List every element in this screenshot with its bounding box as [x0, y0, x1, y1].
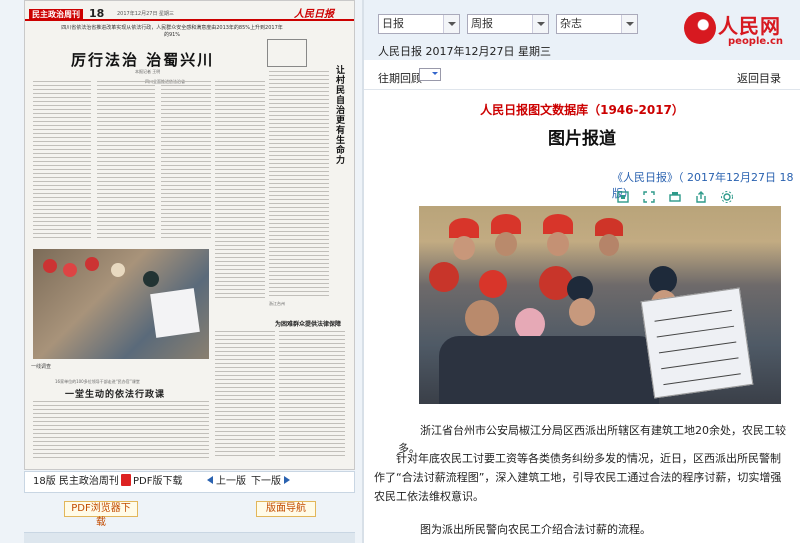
previous-issues-label: 往期回顾 — [378, 72, 422, 85]
flowchart-board — [640, 287, 754, 399]
chevron-down-icon — [443, 15, 459, 33]
previous-issues-select[interactable] — [419, 68, 441, 81]
text-column — [215, 331, 275, 457]
sub-headline: 一堂生动的依法行政课 — [65, 390, 166, 400]
pdf-download-label: PDF版下载 — [133, 476, 183, 487]
text-column — [215, 81, 265, 301]
text-column — [269, 71, 329, 299]
back-to-contents-link[interactable]: 返回目录 — [737, 70, 781, 86]
page-section-tag: 民主政治周刊 — [29, 9, 83, 21]
page-photo — [33, 249, 209, 359]
section-title: 图片报道 — [548, 129, 616, 149]
chevron-down-icon — [621, 15, 637, 33]
page-navigation-button[interactable]: 版面导航 — [256, 501, 316, 517]
daily-select[interactable]: 日报 — [378, 14, 460, 34]
weekly-select[interactable]: 周报 — [467, 14, 549, 34]
caption-mark: 一线调查 — [31, 364, 52, 370]
weekly-select-label: 周报 — [471, 17, 493, 30]
print-icon[interactable] — [668, 189, 682, 203]
publication-date: 人民日报 2017年12月27日 星期三 — [378, 45, 551, 58]
next-page-link[interactable]: 下一版 — [251, 472, 293, 492]
daily-select-label: 日报 — [382, 17, 404, 30]
text-column — [161, 81, 211, 241]
text-column — [97, 81, 155, 241]
arrow-right-icon — [284, 476, 290, 484]
page-header-bar: 民主政治周刊 18 2017年12月27日 星期三 人民日报 — [25, 7, 354, 21]
photo-caption: 16家单位的100多位领导干部走进“民办官”课堂 — [55, 379, 140, 384]
logo-circle-icon — [684, 12, 716, 44]
fit-icon[interactable] — [616, 189, 630, 203]
page-mini-label: 浙江台州 — [269, 301, 285, 306]
article-paragraph-3: 图为派出所民警向农民工介绍合法讨薪的流程。 — [420, 523, 651, 536]
prev-page-label: 上一版 — [216, 476, 246, 487]
page-nav-bar: 18版 民主政治周刊 PDF版下载 上一版 下一版 — [24, 471, 355, 493]
page-label: 18版 民主政治周刊 — [33, 476, 119, 487]
newspaper-page-image[interactable]: 民主政治周刊 18 2017年12月27日 星期三 人民日报 四川省依法治省推进… — [24, 0, 355, 470]
next-page-label: 下一版 — [251, 476, 281, 487]
pdf-icon — [121, 474, 131, 486]
magazine-select[interactable]: 杂志 — [556, 14, 638, 34]
expand-icon[interactable] — [642, 189, 656, 203]
toolbar — [612, 187, 742, 205]
pdf-download-link[interactable]: PDF版下载 — [121, 472, 182, 492]
people-logo[interactable]: 人民网 people.cn — [684, 8, 792, 52]
page-byline: 本报记者 王明 — [135, 69, 161, 74]
logo-cn: 人民网 — [718, 14, 781, 38]
share-icon[interactable] — [694, 189, 708, 203]
article-paragraph-2: 针对年底农民工讨要工资等各类债务纠纷多发的情况，近日，区西派出所民警制作了“合法… — [374, 452, 782, 503]
magazine-select-label: 杂志 — [560, 17, 582, 30]
left-footer-strip — [24, 532, 355, 543]
arrow-left-icon — [207, 476, 213, 484]
vertical-headline: 让村民自治更有生命力 — [334, 65, 344, 165]
article-photo[interactable] — [419, 206, 781, 404]
text-column — [33, 81, 91, 241]
page-number: 18 — [89, 7, 105, 20]
chevron-down-icon — [532, 15, 548, 33]
settings-icon[interactable] — [720, 189, 734, 203]
page-headline: 厉行法治 治蜀兴川 — [71, 51, 215, 69]
page-lede: 四川省依法治省推进改革实现从依法行政，人民群众安全感和满意度由2013年的85%… — [61, 25, 283, 38]
text-column — [33, 401, 209, 461]
page-date: 2017年12月27日 星期三 — [117, 11, 175, 17]
database-title: 人民日报图文数据库（1946-2017） — [480, 103, 684, 117]
prev-page-link[interactable]: 上一版 — [207, 472, 246, 492]
page-inset-box — [267, 39, 307, 67]
masthead-logo: 人民日报 — [294, 9, 334, 20]
side-headline: 为困难群众提供法律保障 — [275, 321, 342, 328]
logo-en: people.cn — [728, 36, 784, 47]
text-column — [279, 331, 345, 457]
pdf-browser-download-button[interactable]: PDF浏览器下载 — [64, 501, 138, 528]
